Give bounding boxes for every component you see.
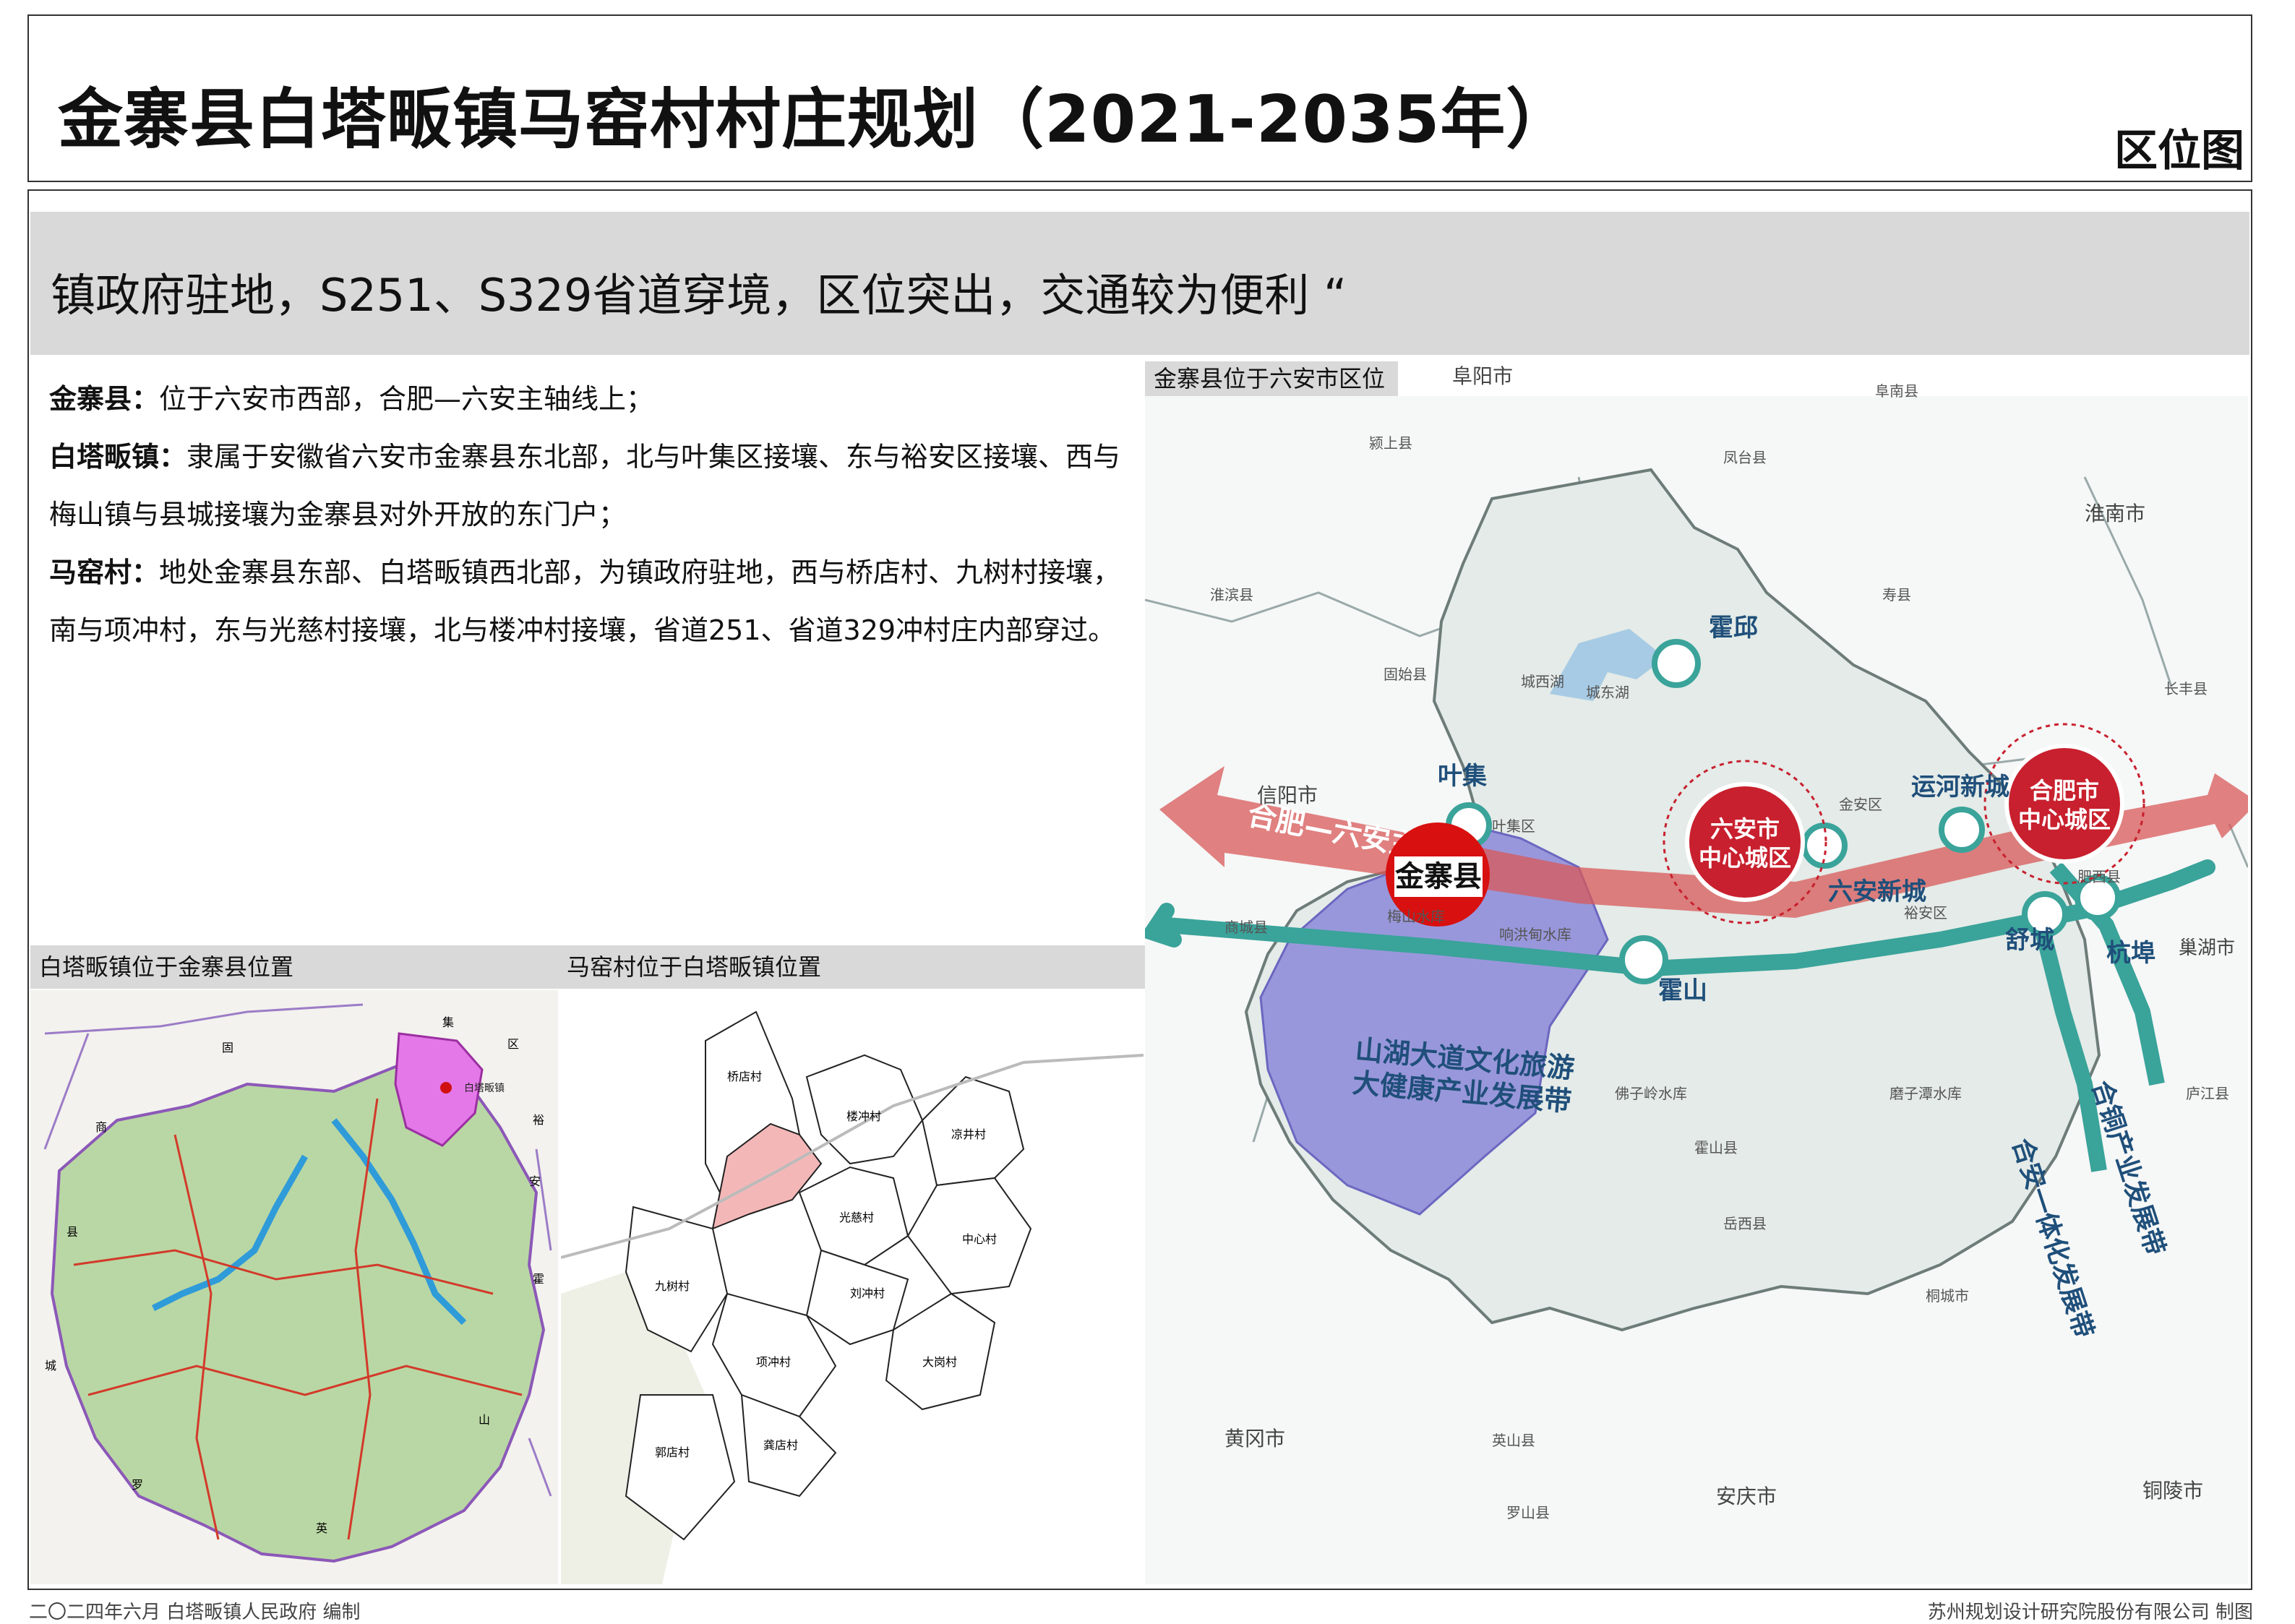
desc-baitafan: 白塔畈镇：隶属于安徽省六安市金寨县东北部，北与叶集区接壤、东与裕安区接壤、西与梅… [49, 428, 1133, 544]
jinzhai-label: 金寨县 [1394, 860, 1482, 893]
place-label: 长丰县 [2164, 680, 2208, 697]
label-huo: 霍 [533, 1272, 544, 1286]
place-label: 淮滨县 [1210, 586, 1253, 603]
place-label: 霍山县 [1694, 1139, 1738, 1156]
village-label: 九树村 [655, 1279, 690, 1293]
desc-term: 金寨县： [49, 383, 160, 415]
place-label: 岳西县 [1723, 1215, 1767, 1232]
place-label: 商城县 [1224, 919, 1268, 936]
place-label: 颍上县 [1369, 434, 1412, 452]
place-label: 梅山水库 [1387, 908, 1445, 925]
place-label: 庐江县 [2186, 1085, 2229, 1102]
node-huoshan [1619, 935, 1668, 984]
node-label: 霍邱 [1709, 614, 1758, 643]
label-guo: 固 [222, 1041, 233, 1054]
node-label: 六安新城 [1828, 877, 1926, 906]
page-title: 金寨县白塔畈镇马窑村村庄规划（2021-2035年） [58, 82, 1572, 158]
place-label: 响洪甸水库 [1499, 926, 1571, 943]
label-shang: 商 [95, 1120, 107, 1134]
place-label: 罗山县 [1506, 1504, 1550, 1521]
village-label: 凉井村 [951, 1127, 986, 1141]
node-yunhe-new-town [1939, 807, 1985, 853]
desc-text: 地处金寨县东部、白塔畈镇西北部，为镇政府驻地，西与桥店村、九树村接壤，南与项冲村… [49, 557, 1121, 646]
hefei-center-label-line: 中心城区 [2018, 806, 2111, 833]
city-label: 阜阳市 [1452, 364, 1513, 388]
place-label: 固始县 [1384, 666, 1427, 683]
village-label: 桥店村 [727, 1070, 762, 1083]
county-panel-title: 白塔畈镇位于金寨县位置 [39, 953, 294, 981]
place-label: 叶集区 [1492, 817, 1535, 835]
place-label: 裕安区 [1904, 904, 1947, 921]
hefei-center-label-line: 合肥市 [2030, 777, 2099, 804]
place-label: 城东湖 [1586, 684, 1629, 701]
label-ji: 集 [442, 1015, 454, 1029]
node-label: 运河新城 [1911, 773, 2009, 802]
village-label: 中心村 [962, 1232, 997, 1246]
place-label: 桐城市 [1926, 1287, 1969, 1305]
city-label: 黄冈市 [1224, 1427, 1285, 1451]
footer-left: 二〇二四年六月 白塔畈镇人民政府 编制 [29, 1602, 361, 1623]
city-label: 铜陵市 [2142, 1479, 2203, 1503]
map-type-label: 区位图 [2114, 126, 2244, 176]
town-label: 白塔畈镇 [464, 1083, 505, 1094]
village-label: 大岗村 [922, 1355, 957, 1369]
place-label: 磨子潭水库 [1889, 1085, 1962, 1102]
place-label: 金安区 [1839, 796, 1882, 813]
label-shan: 山 [479, 1413, 490, 1427]
region-map: 合肥—六安主轴 六安市中心城区 合肥市中心城区 金寨县 阜阳市 淮南市 信阳市 … [1145, 364, 2248, 1584]
slogan-text: 镇政府驻地，S251、S329省道穿境，区位突出，交通较为便利 “ [51, 269, 1347, 322]
county-map: 白塔畈镇 集 区 裕 安 固 商 县 城 霍 山 罗 英 [30, 990, 558, 1584]
village-label: 郭店村 [655, 1445, 690, 1459]
node-label: 杭埠 [2106, 939, 2155, 968]
city-label: 巢湖市 [2179, 937, 2235, 959]
village-label: 龚店村 [763, 1438, 798, 1452]
place-label: 佛子岭水库 [1615, 1085, 1687, 1102]
village-label: 项冲村 [756, 1355, 791, 1369]
place-label: 肥西县 [2077, 868, 2121, 885]
desc-term: 白塔畈镇： [49, 441, 187, 473]
village-label: 楼冲村 [846, 1109, 881, 1123]
desc-jinzhai: 金寨县：位于六安市西部，合肥—六安主轴线上； [49, 370, 1133, 428]
place-label: 阜南县 [1875, 382, 1918, 400]
node-huoqiu [1652, 639, 1701, 688]
city-label: 淮南市 [2085, 502, 2145, 525]
village-label: 刘冲村 [850, 1286, 885, 1300]
desc-text: 位于六安市西部，合肥—六安主轴线上； [159, 383, 654, 415]
place-label: 英山县 [1492, 1432, 1535, 1449]
city-label: 安庆市 [1716, 1485, 1777, 1508]
village-panel-header: 马窑村位于白塔畈镇位置 [558, 945, 1144, 989]
place-label: 城西湖 [1521, 673, 1564, 690]
town-marker [440, 1082, 452, 1094]
desc-mayao: 马窑村：地处金寨县东部、白塔畈镇西北部，为镇政府驻地，西与桥店村、九树村接壤，南… [49, 544, 1133, 659]
village-map: 桥店村 楼冲村 凉井村 光慈村 九树村 中心村 刘冲村 项冲村 大岗村 龚店村 … [561, 990, 1144, 1584]
village-panel-title: 马窑村位于白塔畈镇位置 [567, 953, 822, 981]
label-ying: 英 [316, 1521, 327, 1535]
place-label: 凤台县 [1723, 449, 1767, 466]
desc-term: 马窑村： [49, 557, 160, 588]
desc-text: 隶属于安徽省六安市金寨县东北部，北与叶集区接壤、东与裕安区接壤、西与梅山镇与县城… [49, 441, 1121, 530]
label-an: 安 [529, 1174, 541, 1188]
luan-center-label-line: 六安市 [1710, 815, 1780, 843]
footer-right: 苏州规划设计研究院股份有限公司 制图 [1927, 1602, 2253, 1623]
label-yu: 裕 [533, 1113, 544, 1127]
luan-center-label-line: 中心城区 [1699, 844, 1791, 872]
place-label: 寿县 [1882, 586, 1911, 603]
city-label: 信阳市 [1257, 783, 1318, 807]
label-xian: 县 [67, 1225, 78, 1239]
label-luo: 罗 [132, 1478, 143, 1492]
label-qu: 区 [507, 1037, 519, 1051]
label-cheng: 城 [45, 1359, 56, 1372]
node-label: 舒城 [2005, 926, 2054, 955]
node-label: 叶集 [1438, 762, 1487, 791]
village-label: 光慈村 [839, 1211, 874, 1224]
node-label: 霍山 [1658, 976, 1707, 1005]
